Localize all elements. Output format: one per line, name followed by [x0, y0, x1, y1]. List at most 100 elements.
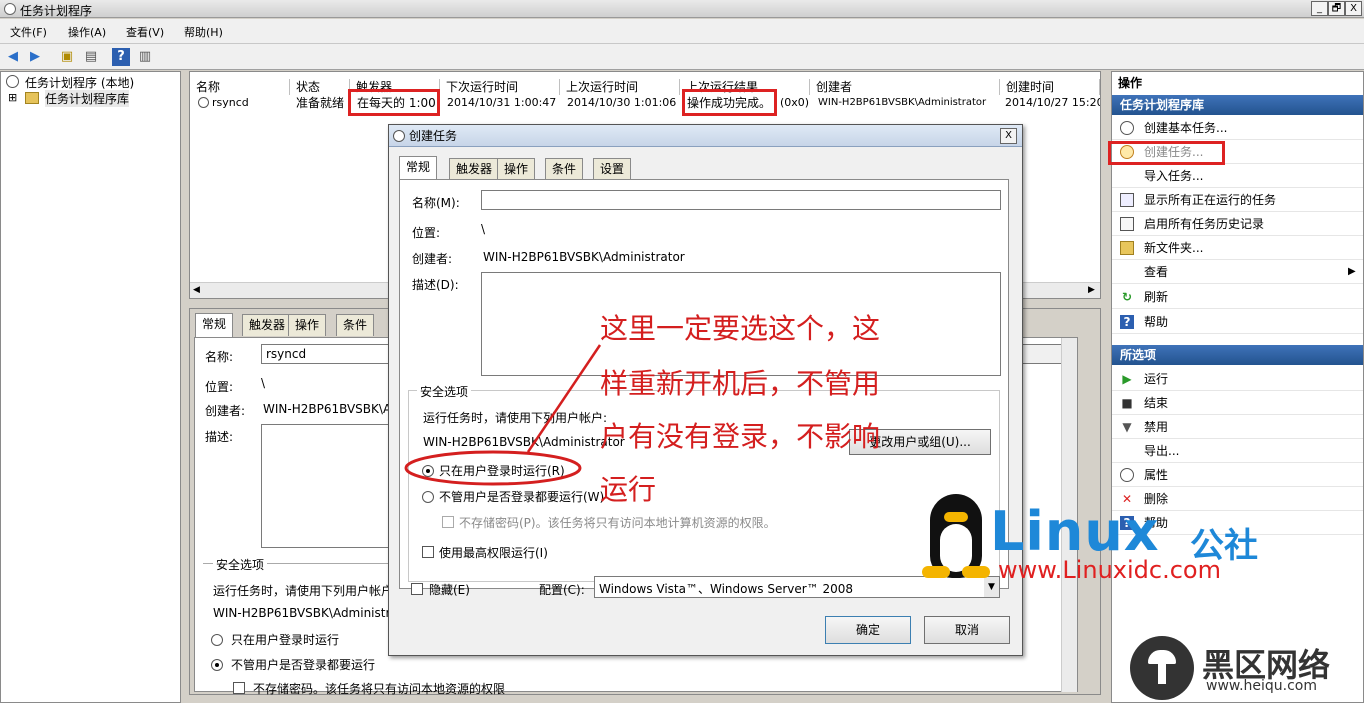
actions-header: 操作 [1118, 76, 1143, 90]
dialog-tab-settings[interactable]: 设置 [593, 158, 632, 180]
actions-section-selected[interactable]: 所选项 [1112, 345, 1363, 365]
dialog-security-title: 安全选项 [417, 383, 472, 400]
highlight-trigger [348, 89, 440, 116]
refresh-icon: ↻ [1121, 290, 1133, 304]
help-icon[interactable]: ? [112, 48, 130, 66]
detail-tab-general[interactable]: 常规 [195, 313, 234, 337]
dialog-tab-general[interactable]: 常规 [399, 156, 438, 180]
detail-name-label: 名称: [205, 350, 234, 364]
task-result-code: (0x0) [780, 96, 810, 109]
cancel-button[interactable]: 取消 [924, 616, 1010, 644]
column-header-next-run[interactable]: 下次运行时间 [440, 79, 560, 95]
heiqu-logo-icon [1130, 636, 1194, 700]
radio-run-whether-logged-on[interactable] [422, 491, 434, 503]
task-next-run: 2014/10/31 1:00:47 [447, 96, 557, 109]
back-icon[interactable]: ◀ [4, 48, 22, 66]
menu-file[interactable]: 文件(F) [10, 24, 47, 40]
menu-action[interactable]: 操作(A) [68, 24, 106, 40]
detail-radio-logged-on[interactable] [211, 634, 223, 646]
show-hide-action-pane-icon[interactable]: ▥ [136, 48, 154, 66]
detail-author-label: 创建者: [205, 404, 246, 418]
ok-button[interactable]: 确定 [825, 616, 911, 644]
dialog-tab-actions[interactable]: 操作 [497, 158, 536, 180]
clock-icon [393, 130, 405, 142]
detail-nopwd-checkbox[interactable] [233, 682, 245, 694]
action-run[interactable]: ▶ 运行 [1112, 367, 1363, 391]
detail-opt-nopwd-label: 不存储密码。该任务将只有访问本地资源的权限 [253, 682, 506, 696]
stop-icon: ■ [1121, 396, 1133, 410]
dialog-close-button[interactable]: X [1000, 128, 1017, 144]
highest-privileges-label: 使用最高权限运行(I) [439, 546, 548, 560]
menu-help[interactable]: 帮助(H) [184, 24, 223, 40]
task-last-run: 2014/10/30 1:01:06 [567, 96, 677, 109]
window-title: 任务计划程序 [20, 4, 93, 18]
action-properties[interactable]: 属性 [1112, 463, 1363, 487]
column-header-status[interactable]: 状态 [290, 79, 350, 95]
action-help[interactable]: ? 帮助 [1112, 310, 1363, 334]
task-status: 准备就绪 [296, 96, 345, 110]
action-view[interactable]: 查看 ▶ [1112, 260, 1363, 284]
radio-run-when-logged-on-label: 只在用户登录时运行(R) [439, 464, 565, 478]
tree-item-library[interactable]: 任务计划程序库 [45, 90, 130, 107]
menu-bar: 文件(F) 操作(A) 查看(V) 帮助(H) [0, 19, 1364, 44]
action-end[interactable]: ■ 结束 [1112, 391, 1363, 415]
action-refresh[interactable]: ↻ 刷新 [1112, 285, 1363, 309]
highlight-result [682, 89, 777, 116]
actions-pane: 操作 任务计划程序库 创建基本任务... 创建任务... 导入任务... 显示所… [1108, 71, 1364, 703]
dialog-tab-triggers[interactable]: 触发器 [449, 158, 500, 180]
scroll-left-icon[interactable]: ◀ [193, 285, 200, 295]
task-created: 2014/10/27 15:20 [1005, 96, 1100, 109]
action-import-task[interactable]: 导入任务... [1112, 164, 1363, 188]
dialog-run-as-user: WIN-H2BP61BVSBK\Administrator [423, 435, 625, 449]
history-icon [1120, 217, 1134, 231]
navigation-tree: 任务计划程序 (本地) ⊞ 任务计划程序库 [0, 71, 181, 703]
detail-tab-actions[interactable]: 操作 [288, 314, 327, 336]
folder-icon [1120, 241, 1134, 255]
column-header-created[interactable]: 创建时间 [1000, 79, 1100, 95]
folder-icon [25, 92, 39, 104]
radio-run-when-logged-on[interactable] [422, 465, 434, 477]
action-enable-history[interactable]: 启用所有任务历史记录 [1112, 212, 1363, 236]
column-header-name[interactable]: 名称 [190, 79, 290, 95]
no-password-checkbox[interactable] [442, 516, 454, 528]
folder-up-icon[interactable]: ▣ [58, 48, 76, 66]
menu-view[interactable]: 查看(V) [126, 24, 164, 40]
detail-opt-logged-on-label: 只在用户登录时运行 [231, 633, 340, 647]
toolbar: ◀ ▶ ▣ ▤ ? ▥ [0, 44, 1364, 70]
detail-opt-whether-label: 不管用户是否登录都要运行 [231, 658, 376, 672]
disable-icon: ▼ [1122, 420, 1132, 434]
detail-tab-triggers[interactable]: 触发器 [242, 314, 293, 336]
column-header-last-run[interactable]: 上次运行时间 [560, 79, 680, 95]
hidden-checkbox[interactable] [411, 583, 423, 595]
tree-root[interactable]: 任务计划程序 (本地) [25, 74, 134, 91]
forward-icon[interactable]: ▶ [26, 48, 44, 66]
highest-privileges-checkbox[interactable] [422, 546, 434, 558]
detail-tab-conditions[interactable]: 条件 [336, 314, 375, 336]
action-show-running[interactable]: 显示所有正在运行的任务 [1112, 188, 1363, 212]
dialog-name-input[interactable] [481, 190, 1001, 210]
action-create-basic-task[interactable]: 创建基本任务... [1112, 116, 1363, 140]
action-export[interactable]: 导出... [1112, 439, 1363, 463]
detail-location-value: \ [261, 376, 266, 390]
expand-icon[interactable]: ⊞ [8, 91, 17, 104]
dialog-location-label: 位置: [412, 226, 441, 240]
close-button[interactable]: X [1345, 1, 1362, 16]
actions-section-library[interactable]: 任务计划程序库 [1112, 95, 1363, 115]
dialog-tab-conditions[interactable]: 条件 [545, 158, 584, 180]
action-disable[interactable]: ▼ 禁用 [1112, 415, 1363, 439]
show-hide-tree-icon[interactable]: ▤ [82, 48, 100, 66]
minimize-button[interactable]: _ [1311, 1, 1328, 16]
detail-description-field[interactable] [261, 424, 401, 548]
action-new-folder[interactable]: 新文件夹... [1112, 236, 1363, 260]
detail-name-field[interactable]: rsyncd [261, 344, 401, 364]
scroll-right-icon[interactable]: ▶ [1088, 285, 1095, 295]
task-name[interactable]: rsyncd [212, 96, 249, 110]
watermark-url: www.Linuxidc.com [998, 556, 1221, 584]
restore-button[interactable]: 🗗 [1328, 1, 1345, 16]
detail-radio-whether-logged-on[interactable] [211, 659, 223, 671]
task-clock-icon [198, 97, 209, 108]
submenu-arrow-icon: ▶ [1348, 266, 1356, 277]
detail-run-as-user: WIN-H2BP61BVSBK\Administr [213, 606, 391, 620]
column-header-author[interactable]: 创建者 [810, 79, 1000, 95]
detail-security-title: 安全选项 [213, 556, 268, 573]
